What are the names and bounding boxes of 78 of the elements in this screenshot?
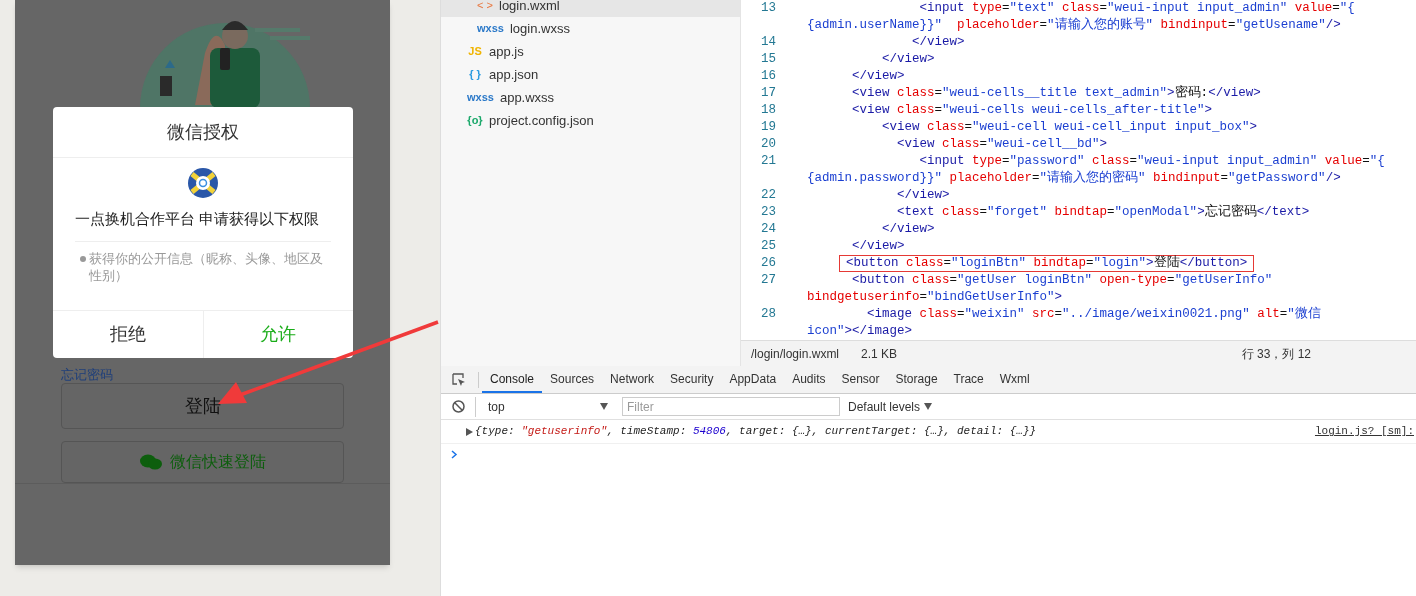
expand-triangle-icon[interactable] — [466, 427, 473, 436]
line-number: 16 — [760, 69, 776, 84]
app-logo-icon — [188, 168, 218, 198]
console-message: {type: "getuserinfo", timeStamp: 54806, target: {…}, currentTarget: {…}, detail: {…}} — [475, 424, 1037, 440]
wxml-file-icon: < > — [477, 0, 493, 12]
code-line: </view> — [896, 187, 951, 204]
cursor-position: 行 33，列 12 — [1241, 345, 1311, 363]
prompt-chevron-icon — [451, 450, 458, 459]
dropdown-caret-icon — [600, 403, 608, 410]
line-number: 19 — [760, 120, 776, 135]
code-line: <view class="weui-cells__title text_admin">密码:</view> — [851, 85, 1262, 102]
levels-dropdown[interactable]: Default levels — [848, 397, 933, 416]
request-text: 一点换机合作平台 申请获得以下权限 — [75, 208, 331, 242]
code-line: {admin.password}}" placeholder="请输入您的密码" bindinput="getPassword"/> — [806, 170, 1342, 187]
file-item[interactable]: wxss login.wxss — [441, 17, 740, 40]
code-line: </view> — [911, 34, 966, 51]
line-number: 28 — [760, 307, 776, 322]
code-line: <input type="text" class="weui-input input_admin" value="{ — [918, 0, 1356, 17]
file-item[interactable]: wxss app.wxss — [441, 86, 740, 109]
code-line: <text class="forget" bindtap="openModal">忘记密码</text> — [896, 204, 1311, 221]
dropdown-caret-icon — [924, 403, 933, 410]
line-number: 15 — [760, 52, 776, 67]
source-link[interactable]: login.js? [sm]: — [1314, 423, 1414, 440]
devtools-tab[interactable]: Audits — [784, 366, 834, 393]
file-item[interactable]: { } app.json — [441, 63, 740, 86]
code-line: </view> — [881, 221, 936, 238]
code-line: </view> — [851, 68, 906, 85]
line-number: 23 — [760, 205, 776, 220]
devtools-tab[interactable]: Security — [662, 366, 722, 393]
line-number: 25 — [760, 239, 776, 254]
code-line: icon"></image> — [806, 323, 914, 340]
bullet-icon — [80, 255, 86, 262]
devtools-tab[interactable]: AppData — [721, 366, 785, 393]
chat-bubbles-icon — [139, 454, 162, 470]
line-number: 14 — [760, 35, 776, 50]
code-line: <button class="getUser loginBtn" open-type="getUserInfo" — [851, 272, 1274, 289]
file-path: /login/login.wxml — [751, 345, 840, 363]
dialog-title: 微信授权 — [53, 107, 353, 158]
file-item[interactable]: JS app.js — [441, 40, 740, 63]
line-number: 26 — [760, 256, 776, 271]
devtools-tab[interactable]: Network — [602, 366, 663, 393]
code-line: </view> — [851, 238, 906, 255]
js-file-icon: JS — [467, 45, 483, 58]
json-file-icon: { } — [467, 68, 483, 81]
filter-field[interactable]: Filter — [622, 397, 840, 416]
inspect-icon[interactable] — [452, 372, 466, 387]
line-number: 21 — [760, 154, 776, 169]
code-line: {admin.userName}}" placeholder="请输入您的账号" bindinput="getUsename"/> — [806, 17, 1342, 34]
devtools-tab[interactable]: Wxml — [991, 366, 1038, 393]
code-line: <view class="weui-cell weui-cell_input input_box"> — [881, 119, 1259, 136]
line-number: 13 — [760, 1, 776, 16]
code-line: </view> — [881, 51, 936, 68]
line-number: 27 — [760, 273, 776, 288]
context-dropdown[interactable]: top — [475, 396, 610, 417]
deny-button[interactable]: 拒绝 — [53, 311, 203, 358]
line-number: 24 — [760, 222, 776, 237]
line-number: 17 — [760, 86, 776, 101]
file-item[interactable]: {o} project.config.json — [441, 109, 740, 132]
devtools-tab[interactable]: Sources — [542, 366, 603, 393]
devtools-tab[interactable]: Trace — [945, 366, 992, 393]
code-line: <view class="weui-cell__bd"> — [896, 136, 1109, 153]
devtools-tab[interactable]: Storage — [887, 366, 946, 393]
code-line: <image class="weixin" src="../image/weixin0021.png" alt="微信 — [866, 306, 1322, 323]
devtools-tab[interactable]: Sensor — [833, 366, 888, 393]
permission-text: 获得你的公开信息（昵称、头像、地区及性别） — [89, 249, 324, 284]
file-item[interactable]: < > login.wxml — [441, 0, 740, 17]
line-number: 20 — [760, 137, 776, 152]
line-number: 22 — [760, 188, 776, 203]
clear-console-icon[interactable] — [452, 400, 465, 413]
code-line: <input type="password" class="weui-input input_admin" value="{ — [918, 153, 1386, 170]
code-line: bindgetuserinfo="bindGetUserInfo"> — [806, 289, 1064, 306]
devtools-tab[interactable]: Console — [482, 366, 543, 393]
code-line: <view class="weui-cells weui-cells_after-title"> — [851, 102, 1214, 119]
wxss-file-icon: wxss — [467, 91, 494, 104]
wxss-file-icon: wxss — [477, 22, 504, 35]
file-size: 2.1 KB — [861, 345, 898, 363]
line-number: 18 — [760, 103, 776, 118]
config-file-icon: {o} — [467, 114, 483, 127]
